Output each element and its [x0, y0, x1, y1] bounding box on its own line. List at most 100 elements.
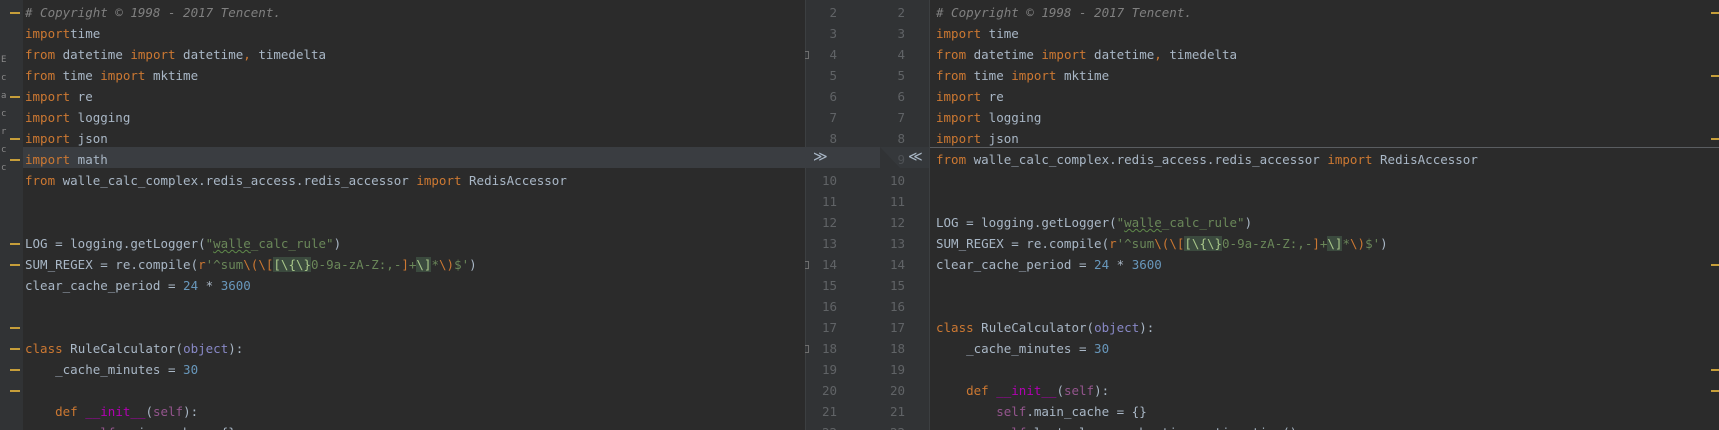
scrollbar-change-marker[interactable]: [1711, 12, 1719, 14]
code-token: ): [469, 257, 477, 272]
code-token: re: [981, 89, 1004, 104]
code-token: ): [333, 236, 342, 251]
code-token: time: [55, 68, 101, 83]
code-token: self: [996, 404, 1027, 419]
right-line-number: 16: [889, 299, 905, 314]
code-token: ):: [228, 341, 244, 356]
code-line[interactable]: LOG = logging.getLogger("walle_calc_rule…: [25, 233, 341, 254]
change-marker: [10, 138, 20, 140]
code-token: walle_calc_complex.redis_access.redis_ac…: [966, 152, 1328, 167]
change-marker: [10, 159, 20, 161]
code-line[interactable]: # Copyright © 1998 - 2017 Tencent.: [936, 2, 1192, 23]
code-token: ,: [1154, 47, 1162, 62]
code-line[interactable]: from datetime import datetime, timedelta: [936, 44, 1237, 65]
code-token: math: [70, 152, 108, 167]
code-line[interactable]: class RuleCalculator(object):: [25, 338, 243, 359]
merge-right-icon[interactable]: ≫: [813, 147, 828, 168]
left-editor-pane[interactable]: Ecacrcc # Copyright © 1998 - 2017 Tencen…: [0, 0, 805, 430]
scrollbar-change-marker[interactable]: [1711, 390, 1719, 392]
code-token: 0-9a-zA-Z:,-: [1222, 236, 1313, 251]
fold-icon[interactable]: [805, 51, 809, 59]
code-line[interactable]: import math: [25, 149, 108, 170]
code-token: ): [1244, 215, 1253, 230]
code-line[interactable]: clear_cache_period = 24 * 3600: [936, 254, 1162, 275]
code-line[interactable]: def __init__(self):: [25, 401, 198, 422]
code-line[interactable]: self.main_cache = {}: [936, 401, 1147, 422]
side-strip-letter: r: [1, 127, 7, 137]
code-line[interactable]: from walle_calc_complex.redis_access.red…: [25, 170, 567, 191]
code-token: walle_calc_complex.redis_access.redis_ac…: [55, 173, 417, 188]
code-token: *: [1342, 236, 1350, 251]
code-line[interactable]: class RuleCalculator(object):: [936, 317, 1154, 338]
code-token: \(: [243, 257, 259, 272]
code-token: ]: [401, 257, 409, 272]
code-line[interactable]: import time: [936, 23, 1019, 44]
right-line-number: 18: [889, 341, 905, 356]
side-strip-letter: c: [1, 73, 7, 83]
left-line-number: 14: [821, 257, 837, 272]
code-token: .last_clear_cache_time = time.time(): [1026, 425, 1297, 430]
code-line[interactable]: self.last_clear_cache_time = time.time(): [936, 422, 1297, 430]
right-line-number: 19: [889, 362, 905, 377]
code-line[interactable]: import logging: [25, 107, 130, 128]
code-line[interactable]: _cache_minutes = 30: [25, 359, 198, 380]
code-line[interactable]: import json: [936, 128, 1019, 149]
code-token: SUM_REGEX = re.compile(: [936, 236, 1110, 251]
code-line[interactable]: from time import mktime: [25, 65, 198, 86]
left-line-number: 20: [821, 383, 837, 398]
right-editor-pane[interactable]: # Copyright © 1998 - 2017 Tencent. import…: [930, 0, 1719, 430]
scrollbar-change-marker[interactable]: [1711, 75, 1719, 77]
code-token: from: [25, 47, 56, 62]
code-token: \]: [1327, 236, 1343, 251]
code-token: import: [936, 89, 982, 104]
code-token: datetime: [175, 47, 244, 62]
left-line-number: 12: [821, 215, 837, 230]
code-line[interactable]: SUM_REGEX = re.compile(r ' ^sum\(\[[\{\}0-…: [25, 254, 477, 275]
code-token: LOG = logging.getLogger(: [25, 236, 206, 251]
code-token: self: [1063, 383, 1095, 398]
side-strip-letter: a: [1, 91, 7, 101]
right-line-number: 2: [897, 5, 905, 20]
code-line[interactable]: import logging: [936, 107, 1041, 128]
code-line[interactable]: clear_cache_period = 24 * 3600: [25, 275, 251, 296]
code-token: _calc_rule": [250, 236, 334, 251]
code-token: (: [145, 404, 153, 419]
left-line-number: 6: [829, 89, 837, 104]
left-line-number: 3: [829, 26, 837, 41]
scrollbar-change-marker[interactable]: [1711, 369, 1719, 371]
change-marker: [10, 264, 20, 266]
code-token: 3600: [220, 278, 251, 293]
code-line[interactable]: importtime: [25, 23, 100, 44]
code-line[interactable]: from time import mktime: [936, 65, 1109, 86]
left-line-number: 5: [829, 68, 837, 83]
fold-icon[interactable]: [805, 345, 809, 353]
code-token: # Copyright © 1998 - 2017 Tencent.: [25, 5, 281, 20]
code-token: walle: [213, 236, 251, 251]
code-line[interactable]: import re: [25, 86, 93, 107]
code-token: import: [936, 131, 982, 146]
code-line[interactable]: from walle_calc_complex.redis_access.red…: [936, 149, 1478, 170]
code-token: import: [130, 47, 176, 62]
code-token: [: [1184, 236, 1192, 251]
code-token: json: [981, 131, 1019, 146]
code-line[interactable]: def __init__(self):: [936, 380, 1109, 401]
code-token: object: [183, 341, 229, 356]
fold-icon[interactable]: [805, 261, 809, 269]
code-line[interactable]: LOG = logging.getLogger("walle_calc_rule…: [936, 212, 1252, 233]
code-line[interactable]: _cache_minutes = 30: [936, 338, 1109, 359]
code-line[interactable]: # Copyright © 1998 - 2017 Tencent.: [25, 2, 281, 23]
scrollbar-change-marker[interactable]: [1711, 138, 1719, 140]
code-token: *: [1109, 257, 1132, 272]
code-line[interactable]: import json: [25, 128, 108, 149]
scrollbar-change-marker[interactable]: [1711, 264, 1719, 266]
merge-left-icon[interactable]: ≪: [908, 147, 923, 168]
change-marker: [10, 96, 20, 98]
code-line[interactable]: from datetime import datetime, timedelta: [25, 44, 326, 65]
code-line[interactable]: self.main_cache = {}: [25, 422, 236, 430]
code-line[interactable]: import re: [936, 86, 1004, 107]
left-line-number: 2: [829, 5, 837, 20]
code-token: time: [981, 26, 1019, 41]
left-side-strip: Ecacrcc: [0, 0, 23, 430]
code-line[interactable]: SUM_REGEX = re.compile(r ' ^sum\(\[[\{\}0-…: [936, 233, 1388, 254]
